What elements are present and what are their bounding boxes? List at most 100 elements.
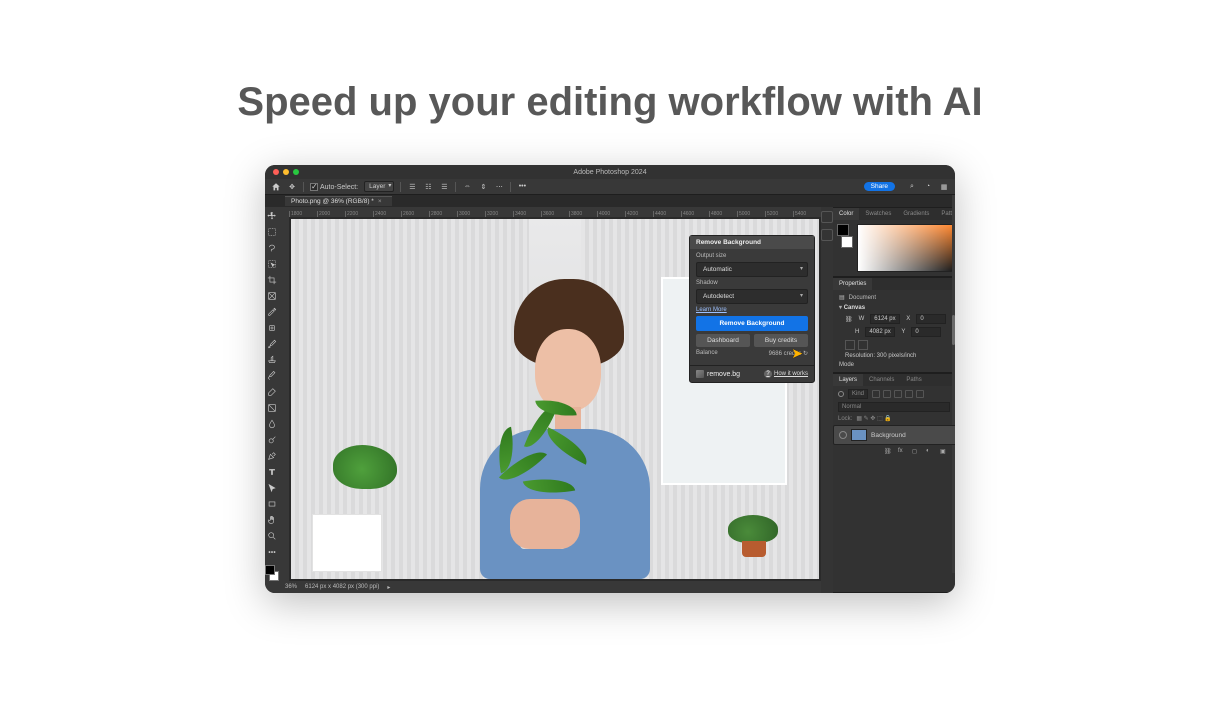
move-tool-icon: ✥	[287, 182, 297, 192]
zoom-level[interactable]: 36%	[285, 584, 297, 590]
removebg-logo: remove.bg	[696, 370, 740, 378]
visibility-toggle-icon[interactable]	[839, 431, 847, 439]
titlebar: Adobe Photoshop 2024	[265, 165, 955, 179]
hand-tool[interactable]	[265, 513, 279, 527]
blend-mode-dropdown[interactable]: Normal	[838, 402, 950, 412]
page-headline: Speed up your editing workflow with AI	[237, 80, 982, 125]
dodge-tool[interactable]	[265, 433, 279, 447]
horizontal-ruler: 1800200022002400260028003000320034003600…	[279, 207, 821, 217]
collapsed-panel-icon[interactable]	[821, 229, 833, 241]
align-right-icon[interactable]: ☰	[439, 182, 449, 192]
healing-brush-tool[interactable]	[265, 321, 279, 335]
path-select-tool[interactable]	[265, 481, 279, 495]
collapsed-panel-icon[interactable]	[821, 211, 833, 223]
status-chevron-icon[interactable]: ▸	[387, 584, 390, 591]
width-field[interactable]: 6124 px	[870, 314, 900, 324]
cloud-icon[interactable]: ◔	[923, 182, 933, 192]
link-icon[interactable]: ⛓	[845, 316, 853, 323]
tab-layers[interactable]: Layers	[833, 374, 863, 386]
height-label: H	[855, 329, 859, 335]
layer-mask-icon[interactable]: ◻	[912, 448, 920, 456]
plant-side	[333, 447, 393, 507]
pen-tool[interactable]	[265, 449, 279, 463]
edit-toolbar-icon[interactable]	[265, 545, 279, 559]
mode-label: Mode	[839, 362, 955, 368]
workspace-icon[interactable]: ▦	[939, 182, 949, 192]
output-size-dropdown[interactable]: Automatic	[696, 262, 808, 277]
layer-style-icon[interactable]: fx	[898, 448, 906, 456]
distribute-v-icon[interactable]: ⇕	[478, 182, 488, 192]
buy-credits-button[interactable]: Buy credits	[754, 334, 808, 347]
align-options-icon[interactable]: ⋯	[494, 182, 504, 192]
layer-row-background[interactable]: Background 🔒	[833, 425, 955, 445]
marquee-tool[interactable]	[265, 225, 279, 239]
object-select-tool[interactable]	[265, 257, 279, 271]
layer-filter-kind[interactable]: Kind	[848, 389, 868, 399]
tab-channels[interactable]: Channels	[863, 374, 900, 386]
output-size-label: Output size	[696, 253, 808, 259]
tab-properties[interactable]: Properties	[833, 278, 872, 290]
properties-panel: Properties ≡ ▤ Document Canvas ⛓ W 6124 …	[833, 277, 955, 373]
lock-icons[interactable]: ▦ ✎ ✥ ⬚ 🔒	[856, 415, 892, 422]
layer-name[interactable]: Background	[871, 432, 906, 439]
auto-select-checkbox[interactable]: Auto-Select:	[310, 183, 358, 191]
document-tab[interactable]: Photo.png @ 36% (RGB/8) *×	[285, 196, 392, 206]
move-tool[interactable]	[265, 209, 279, 223]
lasso-tool[interactable]	[265, 241, 279, 255]
blur-tool[interactable]	[265, 417, 279, 431]
clone-stamp-tool[interactable]	[265, 353, 279, 367]
eraser-tool[interactable]	[265, 385, 279, 399]
foreground-background-swatch[interactable]	[265, 565, 279, 581]
home-icon[interactable]	[271, 182, 281, 192]
dashboard-button[interactable]: Dashboard	[696, 334, 750, 347]
tab-swatches[interactable]: Swatches	[859, 208, 897, 220]
x-field[interactable]: 0	[916, 314, 946, 324]
pedestal	[312, 514, 382, 572]
main-area: 1800200022002400260028003000320034003600…	[265, 207, 955, 593]
status-bar: 36% 6124 px x 4082 px (300 ppi) ▸	[279, 581, 821, 593]
layer-thumbnail[interactable]	[851, 429, 867, 441]
orientation-icons[interactable]	[845, 340, 955, 350]
learn-more-link[interactable]: Learn More	[696, 307, 808, 313]
close-tab-icon[interactable]: ×	[378, 198, 382, 205]
tab-color[interactable]: Color	[833, 208, 859, 220]
crop-tool[interactable]	[265, 273, 279, 287]
how-it-works-link[interactable]: How it works	[764, 370, 808, 378]
color-swatch-pair[interactable]	[837, 224, 853, 248]
group-icon[interactable]: ▣	[940, 448, 948, 456]
remove-bg-panel: Remove Background Output size Automatic …	[689, 235, 815, 383]
rectangle-tool[interactable]	[265, 497, 279, 511]
y-field[interactable]: 0	[911, 327, 941, 337]
align-left-icon[interactable]: ☰	[407, 182, 417, 192]
brush-tool[interactable]	[265, 337, 279, 351]
link-layers-icon[interactable]: ⛓	[884, 448, 892, 456]
remove-background-button[interactable]: Remove Background	[696, 316, 808, 331]
layer-search-icon[interactable]	[838, 391, 844, 397]
divider	[455, 182, 456, 192]
plant-small	[722, 511, 782, 557]
width-label: W	[859, 316, 865, 322]
gradient-tool[interactable]	[265, 401, 279, 415]
eyedropper-tool[interactable]	[265, 305, 279, 319]
distribute-h-icon[interactable]: ⇔	[462, 182, 472, 192]
canvas-section[interactable]: Canvas	[839, 304, 955, 311]
adjustment-layer-icon[interactable]: ◐	[926, 448, 934, 456]
share-button[interactable]: Share	[864, 182, 895, 191]
auto-select-dropdown[interactable]: Layer	[364, 181, 394, 192]
properties-scrollbar[interactable]	[952, 195, 955, 573]
tab-paths[interactable]: Paths	[900, 374, 927, 386]
layer-filter-icons[interactable]	[872, 390, 924, 398]
document-canvas[interactable]: Remove Background Output size Automatic …	[289, 217, 821, 581]
align-center-icon[interactable]: ☷	[423, 182, 433, 192]
height-field[interactable]: 4082 px	[865, 327, 895, 337]
search-icon[interactable]: ⌕	[907, 182, 917, 192]
frame-tool[interactable]	[265, 289, 279, 303]
foreground-color-swatch[interactable]	[265, 565, 275, 575]
shadow-dropdown[interactable]: Autodetect	[696, 289, 808, 304]
tab-gradients[interactable]: Gradients	[897, 208, 935, 220]
zoom-tool[interactable]	[265, 529, 279, 543]
color-field[interactable]	[857, 224, 955, 272]
history-brush-tool[interactable]	[265, 369, 279, 383]
more-options-icon[interactable]: •••	[517, 182, 527, 192]
type-tool[interactable]	[265, 465, 279, 479]
